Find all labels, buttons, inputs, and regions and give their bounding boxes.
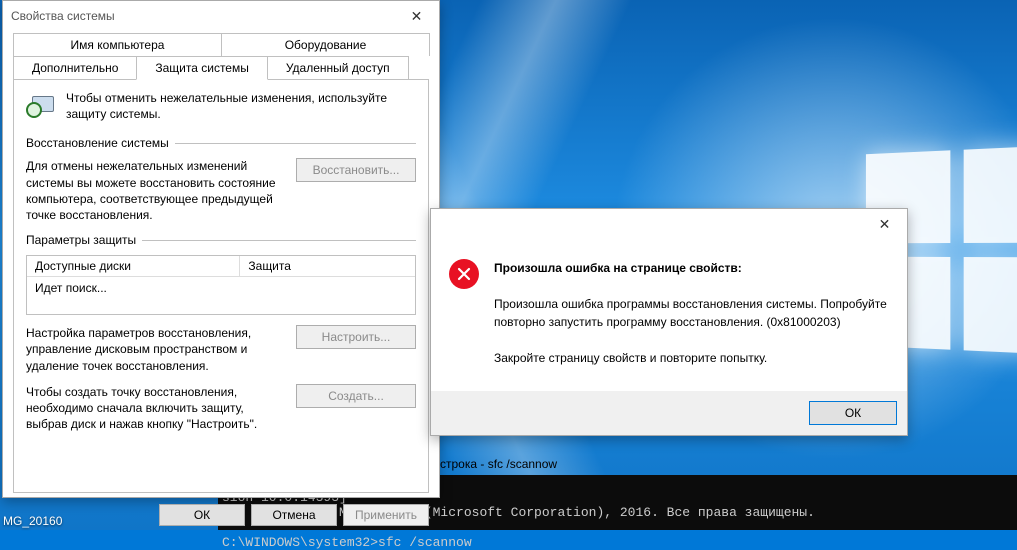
error-message: Произошла ошибка программы восстановлени… <box>494 295 889 331</box>
tab-panel: Чтобы отменить нежелательные изменения, … <box>13 79 429 493</box>
tab-remote[interactable]: Удаленный доступ <box>267 56 409 80</box>
close-button[interactable]: ✕ <box>394 1 439 31</box>
window-title: Свойства системы <box>11 9 115 23</box>
tab-hardware[interactable]: Оборудование <box>221 33 430 56</box>
restore-button[interactable]: Восстановить... <box>296 158 416 182</box>
tab-advanced[interactable]: Дополнительно <box>13 56 137 80</box>
cancel-button[interactable]: Отмена <box>251 504 337 526</box>
intro-text: Чтобы отменить нежелательные изменения, … <box>66 90 416 122</box>
system-properties-window: Свойства системы ✕ Имя компьютера Оборуд… <box>2 0 440 498</box>
close-icon: ✕ <box>879 216 891 233</box>
section-restore-heading: Восстановление системы <box>26 136 416 150</box>
drives-list[interactable]: Доступные диски Защита Идет поиск... <box>26 255 416 315</box>
apply-button[interactable]: Применить <box>343 504 429 526</box>
restore-description: Для отмены нежелательных изменений систе… <box>26 158 286 223</box>
column-protection[interactable]: Защита <box>240 256 415 276</box>
terminal-line-prompt: C:\WINDOWS\system32>sfc /scannow <box>222 535 472 550</box>
error-close-button[interactable]: ✕ <box>862 209 907 239</box>
tab-system-protection[interactable]: Защита системы <box>136 56 267 80</box>
error-icon <box>449 259 479 289</box>
create-description: Чтобы создать точку восстановления, необ… <box>26 384 286 433</box>
close-icon: ✕ <box>411 8 423 25</box>
column-available-drives[interactable]: Доступные диски <box>27 256 240 276</box>
tab-computer-name[interactable]: Имя компьютера <box>13 33 222 56</box>
drives-body: Идет поиск... <box>27 277 415 299</box>
titlebar[interactable]: Свойства системы ✕ <box>3 1 439 31</box>
configure-description: Настройка параметров восстановления, упр… <box>26 325 286 374</box>
create-button[interactable]: Создать... <box>296 384 416 408</box>
error-instruction: Закройте страницу свойств и повторите по… <box>494 349 889 367</box>
error-dialog: ✕ Произошла ошибка на странице свойств: … <box>430 208 908 436</box>
configure-button[interactable]: Настроить... <box>296 325 416 349</box>
error-titlebar[interactable]: ✕ <box>431 209 907 239</box>
error-ok-button[interactable]: ОК <box>809 401 897 425</box>
section-protection-heading: Параметры защиты <box>26 233 416 247</box>
command-prompt-title-fragment: строка - sfc /scannow <box>440 457 557 471</box>
error-heading: Произошла ошибка на странице свойств: <box>494 259 889 277</box>
ok-button[interactable]: ОК <box>159 504 245 526</box>
protection-icon <box>26 90 58 122</box>
